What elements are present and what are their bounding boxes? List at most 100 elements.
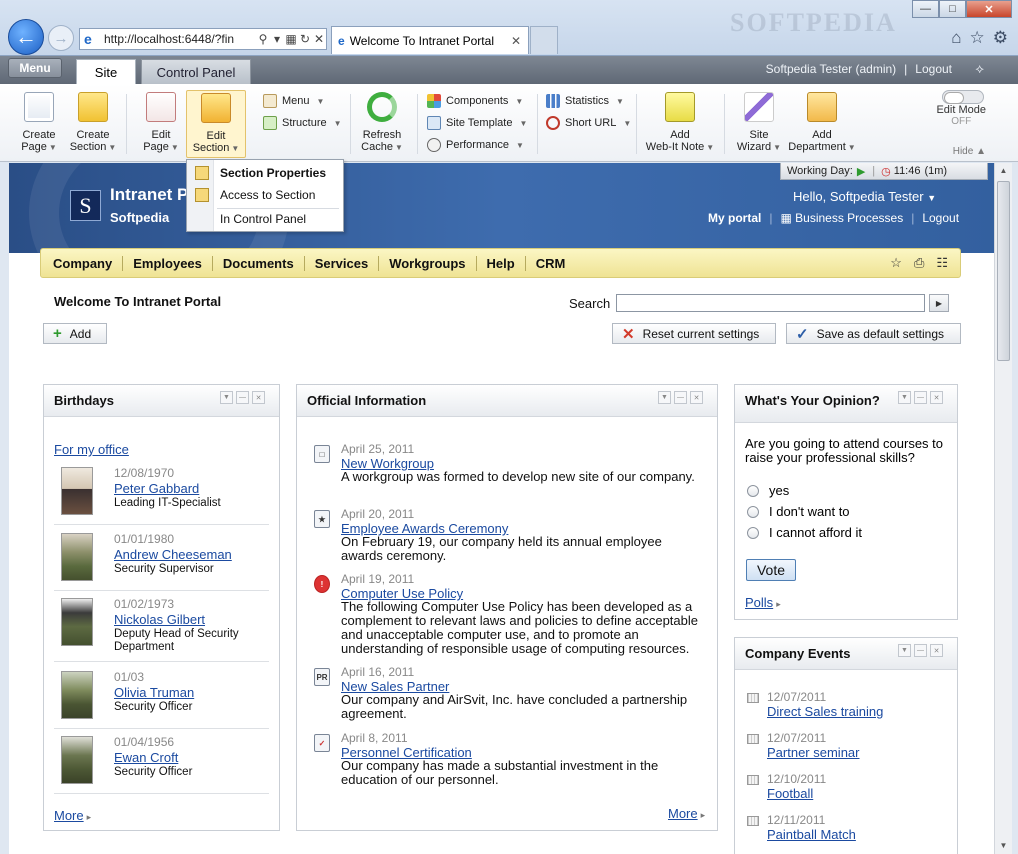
search-submit-button[interactable]: ▶ (929, 294, 949, 312)
new-tab-button[interactable] (530, 26, 558, 54)
minimize-icon[interactable]: — (914, 391, 927, 404)
admin-menu-button[interactable]: Menu (8, 58, 62, 78)
favorites-star-icon[interactable]: ☆ (970, 28, 985, 48)
tab-site[interactable]: Site (76, 59, 136, 84)
avatar[interactable] (61, 598, 93, 646)
play-icon[interactable]: ▶ (857, 165, 865, 178)
panel-header[interactable]: What's Your Opinion? ▼ — ✕ (735, 385, 957, 423)
add-web-it-note-button[interactable]: Add Web-It Note ▼ (643, 92, 717, 154)
admin-user-name[interactable]: Softpedia Tester (admin) (766, 62, 897, 76)
save-default-button[interactable]: ✓ Save as default settings (786, 323, 961, 344)
add-department-button[interactable]: Add Department ▼ (787, 92, 857, 154)
panel-header[interactable]: Official Information ▼ — ✕ (297, 385, 717, 417)
close-icon[interactable]: ✕ (690, 391, 703, 404)
avatar[interactable] (61, 533, 93, 581)
performance-button[interactable]: Performance ▼ (427, 138, 524, 152)
close-icon[interactable]: ✕ (252, 391, 265, 404)
event-title-link[interactable]: Football (767, 786, 813, 801)
sitemap-icon[interactable]: ☷ (936, 255, 948, 271)
address-text[interactable]: http://localhost:6448/?fin (104, 32, 256, 46)
my-portal-link[interactable]: My portal (708, 211, 761, 225)
scroll-down-icon[interactable]: ▼ (995, 838, 1012, 854)
avatar[interactable] (61, 671, 93, 719)
minimize-icon[interactable]: — (236, 391, 249, 404)
print-icon[interactable]: ⎙ (914, 255, 924, 271)
radio-button[interactable] (747, 484, 759, 497)
poll-option-cannot-afford[interactable]: I cannot afford it (747, 525, 862, 540)
forward-button[interactable]: → (48, 25, 74, 51)
settings-icon[interactable]: ▼ (898, 391, 911, 404)
employee-name-link[interactable]: Peter Gabbard (114, 481, 199, 496)
reset-settings-button[interactable]: ✕ Reset current settings (612, 323, 776, 344)
add-widget-button[interactable]: + Add (43, 323, 107, 344)
portal-logo[interactable]: S (70, 190, 101, 221)
favorite-star-icon[interactable]: ☆ (890, 255, 902, 271)
nav-help[interactable]: Help (477, 255, 526, 271)
statistics-button[interactable]: Statistics ▼ (546, 94, 624, 108)
menu-item-access-to-section[interactable]: Access to Section (187, 184, 343, 206)
compatibility-icon[interactable]: ▦ (284, 32, 298, 46)
avatar[interactable] (61, 736, 93, 784)
polls-link[interactable]: Polls ▸ (745, 595, 781, 610)
menu-button[interactable]: Menu ▼ (263, 94, 324, 108)
business-processes-link[interactable]: ▦ Business Processes (780, 211, 903, 225)
panel-header[interactable]: Company Events ▼ — ✕ (735, 638, 957, 670)
event-title-link[interactable]: Paintball Match (767, 827, 856, 842)
admin-logout-link[interactable]: Logout (915, 62, 952, 76)
site-template-button[interactable]: Site Template ▼ (427, 116, 527, 130)
radio-button[interactable] (747, 526, 759, 539)
settings-icon[interactable]: ▼ (220, 391, 233, 404)
edit-section-button[interactable]: Edit Section ▼ (186, 90, 246, 158)
close-icon[interactable]: ✕ (930, 391, 943, 404)
create-page-button[interactable]: Create Page ▼ (11, 92, 67, 154)
gear-icon[interactable]: ⚙ (993, 28, 1008, 48)
edit-mode-toggle[interactable] (942, 90, 984, 104)
minimize-icon[interactable]: — (914, 644, 927, 657)
radio-button[interactable] (747, 505, 759, 518)
close-icon[interactable]: ✕ (930, 644, 943, 657)
for-my-office-link[interactable]: For my office (54, 442, 129, 457)
panel-header[interactable]: Birthdays ▼ — ✕ (44, 385, 279, 417)
nav-company[interactable]: Company (53, 255, 124, 271)
employee-name-link[interactable]: Andrew Cheeseman (114, 547, 232, 562)
user-greeting[interactable]: Hello, Softpedia Tester ▼ (793, 189, 936, 204)
poll-option-yes[interactable]: yes (747, 483, 789, 498)
vote-button[interactable]: Vote (746, 559, 796, 581)
poll-option-dont-want[interactable]: I don't want to (747, 504, 850, 519)
home-icon[interactable]: ⌂ (951, 28, 961, 48)
tab-control-panel[interactable]: Control Panel (141, 59, 251, 84)
working-day-widget[interactable]: Working Day: ▶ | ◷ 11:46 (1m) (780, 163, 988, 180)
maximize-button[interactable]: □ (939, 0, 966, 18)
official-more-link[interactable]: More ▸ (668, 806, 705, 821)
nav-workgroups[interactable]: Workgroups (379, 255, 477, 271)
dropdown-arrow-icon[interactable]: ▾ (270, 32, 284, 46)
nav-services[interactable]: Services (305, 255, 380, 271)
event-title-link[interactable]: Direct Sales training (767, 704, 883, 719)
stop-icon[interactable]: ✕ (312, 32, 326, 46)
components-button[interactable]: Components ▼ (427, 94, 523, 108)
settings-icon[interactable]: ▼ (898, 644, 911, 657)
nav-documents[interactable]: Documents (213, 255, 305, 271)
site-wizard-button[interactable]: Site Wizard ▼ (731, 92, 787, 154)
structure-button[interactable]: Structure ▼ (263, 116, 342, 130)
header-logout-link[interactable]: Logout (922, 211, 959, 225)
hide-ribbon-link[interactable]: Hide ▲ (953, 146, 986, 157)
pin-icon[interactable]: ⟡ (975, 61, 984, 77)
nav-employees[interactable]: Employees (123, 255, 213, 271)
search-icon[interactable]: ⚲ (256, 32, 270, 46)
scrollbar-thumb[interactable] (997, 181, 1010, 361)
back-button[interactable]: ← (8, 19, 44, 55)
search-input[interactable] (616, 294, 925, 312)
minimize-icon[interactable]: — (674, 391, 687, 404)
scroll-up-icon[interactable]: ▲ (995, 163, 1012, 179)
avatar[interactable] (61, 467, 93, 515)
settings-icon[interactable]: ▼ (658, 391, 671, 404)
portal-title[interactable]: Intranet P (110, 185, 188, 205)
create-section-button[interactable]: Create Section ▼ (65, 92, 121, 154)
close-window-button[interactable]: ✕ (966, 0, 1012, 18)
refresh-icon[interactable]: ↻ (298, 32, 312, 46)
menu-item-in-control-panel[interactable]: In Control Panel (187, 208, 343, 230)
nav-crm[interactable]: CRM (526, 256, 576, 271)
menu-item-section-properties[interactable]: Section Properties (187, 162, 343, 184)
browser-tab[interactable]: e Welcome To Intranet Portal ✕ (331, 26, 529, 54)
